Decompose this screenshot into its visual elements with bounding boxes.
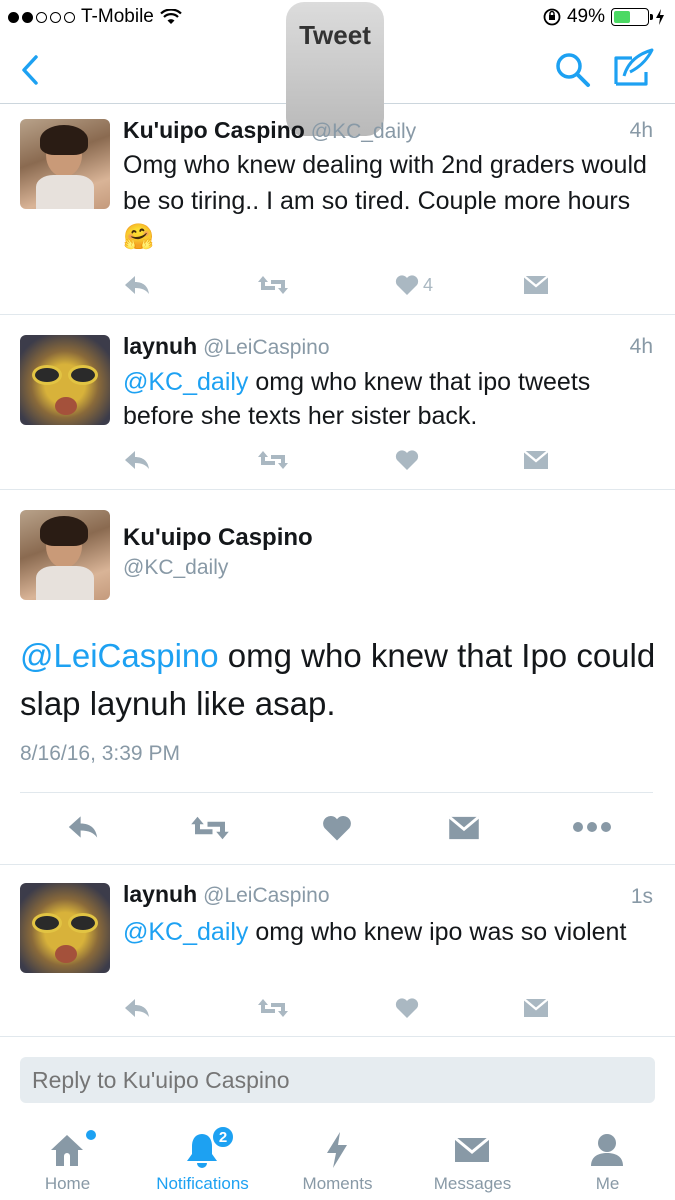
tab-home[interactable]: Home: [0, 1120, 135, 1200]
heart-icon[interactable]: [322, 814, 352, 842]
author-handle[interactable]: @KC_daily: [311, 120, 416, 143]
tweet-text: @KC_daily omg who knew ipo was so violen…: [123, 918, 627, 946]
like-button[interactable]: 4: [395, 270, 433, 300]
back-chevron-icon[interactable]: [16, 52, 46, 88]
tab-label: Me: [595, 1174, 620, 1193]
tab-label: Moments: [302, 1174, 373, 1193]
divider: [20, 792, 653, 793]
compose-icon[interactable]: [612, 48, 656, 90]
nav-bar: Tweet: [0, 2, 675, 136]
home-icon: [51, 1135, 83, 1166]
tab-me[interactable]: Me: [540, 1120, 675, 1200]
mention-link[interactable]: @LeiCaspino: [20, 637, 219, 674]
more-options-icon[interactable]: [572, 820, 612, 834]
direct-message-icon[interactable]: [523, 993, 549, 1023]
tweet-header: laynuh @LeiCaspino: [123, 333, 330, 360]
hugging-face-emoji: 🤗: [123, 223, 155, 251]
status-right: 49%: [543, 6, 665, 28]
avatar[interactable]: [20, 335, 110, 425]
tab-label: Messages: [433, 1174, 512, 1193]
avatar[interactable]: [20, 119, 110, 209]
retweet-icon[interactable]: [190, 814, 230, 842]
author-name[interactable]: Ku'uipo Caspino: [123, 117, 305, 143]
heart-icon: [395, 275, 419, 295]
tweet-actions: [123, 993, 563, 1023]
tweet-item[interactable]: laynuh @LeiCaspino 4h @KC_daily omg who k…: [0, 315, 675, 490]
direct-message-icon[interactable]: [523, 270, 549, 300]
direct-message-icon[interactable]: [448, 815, 480, 841]
direct-message-icon[interactable]: [523, 445, 549, 475]
tab-label: Notifications: [156, 1174, 249, 1193]
mention-link[interactable]: @KC_daily: [123, 368, 248, 396]
reply-icon[interactable]: [66, 814, 100, 840]
mention-link[interactable]: @KC_daily: [123, 918, 248, 946]
author-handle[interactable]: @LeiCaspino: [203, 884, 329, 907]
reply-input[interactable]: [20, 1057, 655, 1103]
page-title: Tweet: [299, 20, 371, 50]
battery-icon: [611, 8, 653, 26]
retweet-icon[interactable]: [257, 270, 289, 300]
charging-icon: [656, 9, 664, 25]
tweet-text: Omg who knew dealing with 2nd graders wo…: [123, 151, 647, 251]
avatar[interactable]: [20, 883, 110, 973]
author-name[interactable]: laynuh: [123, 881, 197, 907]
author-handle[interactable]: @KC_daily: [123, 556, 228, 580]
tweet-time: 4h: [629, 335, 653, 358]
notification-badge: 2: [211, 1125, 235, 1149]
search-icon[interactable]: [553, 50, 593, 90]
like-count: 4: [423, 274, 434, 295]
tweet-timestamp: 8/16/16, 3:39 PM: [20, 742, 180, 765]
tab-label: Home: [44, 1174, 91, 1193]
avatar[interactable]: [20, 510, 110, 600]
reply-icon[interactable]: [123, 993, 151, 1023]
reply-bar: [0, 1036, 675, 1120]
tab-bar: Home 2 Notifications Moments Messages Me: [0, 1120, 675, 1200]
battery-percent: 49%: [566, 6, 605, 27]
heart-icon[interactable]: [395, 445, 419, 475]
focused-tweet-actions: [0, 812, 675, 844]
reply-icon[interactable]: [123, 445, 151, 475]
retweet-icon[interactable]: [257, 993, 289, 1023]
tab-notifications[interactable]: 2 Notifications: [135, 1120, 270, 1200]
tweet-time: 4h: [629, 119, 653, 142]
tweet-text: @LeiCaspino omg who knew that Ipo could …: [20, 637, 656, 722]
tweet-actions: [123, 445, 563, 475]
author-name[interactable]: laynuh: [123, 333, 197, 359]
person-icon: [591, 1134, 623, 1166]
tab-moments[interactable]: Moments: [270, 1120, 405, 1200]
rotation-lock-icon: [543, 8, 561, 26]
reply-icon[interactable]: [123, 270, 151, 300]
author-handle[interactable]: @LeiCaspino: [203, 336, 329, 359]
tweet-actions: 4: [123, 270, 563, 300]
tweet-time: 1s: [630, 885, 653, 908]
heart-icon[interactable]: [395, 993, 419, 1023]
lightning-icon: [327, 1132, 347, 1168]
tab-messages[interactable]: Messages: [405, 1120, 540, 1200]
author-name[interactable]: Ku'uipo Caspino: [123, 524, 313, 552]
tweet-header: laynuh @LeiCaspino: [123, 881, 330, 908]
tweet-item[interactable]: Ku'uipo Caspino @KC_daily 4h Omg who knew…: [0, 105, 675, 315]
tweet-text: @KC_daily omg who knew that ipo tweets b…: [123, 368, 591, 430]
tweet-header: Ku'uipo Caspino @KC_daily: [123, 117, 416, 144]
retweet-icon[interactable]: [257, 445, 289, 475]
envelope-icon: [454, 1136, 490, 1162]
unread-dot: [86, 1130, 96, 1140]
tweet-item[interactable]: laynuh @LeiCaspino 1s @KC_daily omg who k…: [0, 865, 675, 1037]
